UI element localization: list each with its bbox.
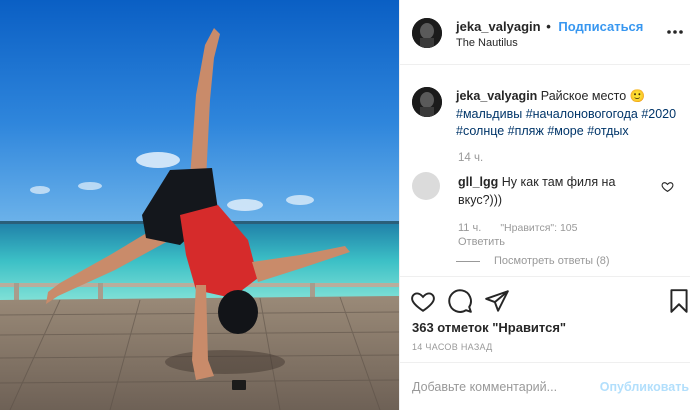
caption-text: jeka_valyagin Райское место 🙂 #мальдивы … xyxy=(456,88,688,141)
view-replies-label: Посмотреть ответы (8) xyxy=(494,255,610,267)
likes-count[interactable]: 363 отметок "Нравится" xyxy=(412,320,566,335)
comment-time: 11 ч. xyxy=(458,222,482,234)
publish-button[interactable]: Опубликовать xyxy=(600,380,689,394)
bookmark-icon[interactable] xyxy=(666,288,690,314)
post-header: jeka_valyagin • Подписаться The Nautilus xyxy=(400,0,690,65)
comment-meta: 11 ч. "Нравится": 105 xyxy=(458,222,577,234)
comment-likes[interactable]: "Нравится": 105 xyxy=(500,222,577,234)
add-comment-bar: Добавьте комментарий... Опубликовать xyxy=(400,362,690,410)
avatar-image xyxy=(412,87,442,117)
smile-emoji: 🙂 xyxy=(629,89,646,103)
hashtag-link[interactable]: #началоновогогода xyxy=(526,107,638,121)
share-icon[interactable] xyxy=(484,288,510,314)
hashtag-link[interactable]: #море xyxy=(547,124,583,138)
comment-text: gll_lgg Ну как там филя на вкус?))) xyxy=(458,173,658,209)
more-options-icon[interactable] xyxy=(665,22,685,42)
caption-username[interactable]: jeka_valyagin xyxy=(456,89,537,103)
view-replies-button[interactable]: Посмотреть ответы (8) xyxy=(456,255,610,267)
post-photo[interactable] xyxy=(0,0,399,410)
heart-icon[interactable] xyxy=(410,288,436,314)
separator-dot: • xyxy=(546,19,551,34)
comment-username[interactable]: gll_lgg xyxy=(458,175,498,189)
post-sidebar: jeka_valyagin • Подписаться The Nautilus… xyxy=(399,0,690,410)
hashtag-link[interactable]: #солнце xyxy=(456,124,504,138)
hashtag-link[interactable]: #мальдивы xyxy=(456,107,522,121)
hashtag-link[interactable]: #пляж xyxy=(508,124,544,138)
reply-button[interactable]: Ответить xyxy=(458,236,505,248)
caption-body: Райское место xyxy=(540,89,627,103)
comment-icon[interactable] xyxy=(447,288,473,314)
caption-avatar[interactable] xyxy=(412,87,442,117)
comment-input[interactable]: Добавьте комментарий... xyxy=(412,380,557,394)
post-timestamp: 14 ЧАСОВ НАЗАД xyxy=(412,342,493,352)
follow-button[interactable]: Подписаться xyxy=(558,19,643,34)
action-bar xyxy=(400,276,690,324)
author-username[interactable]: jeka_valyagin xyxy=(456,19,541,34)
handstand-photo xyxy=(0,0,399,410)
commenter-avatar[interactable] xyxy=(412,172,440,200)
like-comment-icon[interactable] xyxy=(661,180,674,193)
post-location[interactable]: The Nautilus xyxy=(456,37,518,49)
caption-time: 14 ч. xyxy=(458,152,484,164)
author-avatar[interactable] xyxy=(412,18,442,48)
hashtag-link[interactable]: #отдых xyxy=(587,124,628,138)
avatar-image xyxy=(412,18,442,48)
header-user-line: jeka_valyagin • Подписаться xyxy=(456,19,643,34)
hashtag-link[interactable]: #2020 xyxy=(641,107,676,121)
replies-divider xyxy=(456,260,480,262)
